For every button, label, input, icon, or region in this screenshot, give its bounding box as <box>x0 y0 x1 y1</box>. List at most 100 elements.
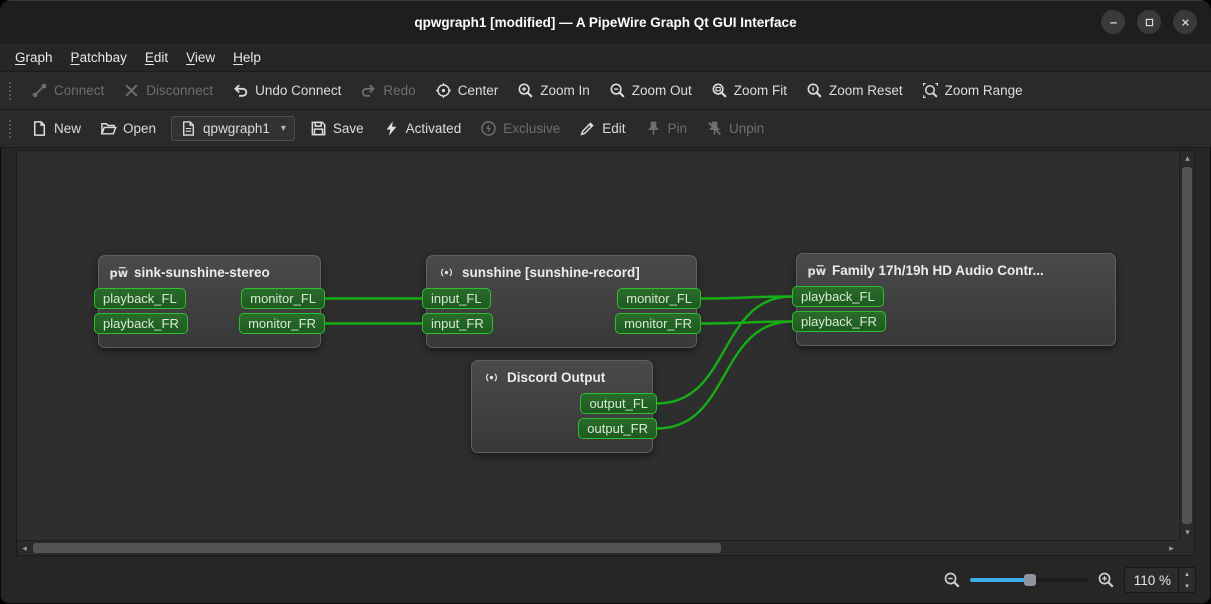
maximize-button[interactable] <box>1137 10 1161 34</box>
toolbar-qpwgraph1-combo[interactable]: qpwgraph1▾ <box>171 116 295 141</box>
open-icon <box>100 120 117 137</box>
toolbar-center-button[interactable]: Center <box>426 77 508 104</box>
scroll-up-icon[interactable]: ▴ <box>1180 151 1195 166</box>
spin-up-button[interactable]: ▴ <box>1179 568 1195 580</box>
speaker-icon <box>437 265 456 280</box>
port-playback_FR[interactable]: playback_FR <box>94 313 188 334</box>
node-header: pw sink-sunshine-stereo <box>102 256 317 288</box>
titlebar[interactable]: qpwgraph1 [modified] — A PipeWire Graph … <box>0 0 1211 44</box>
toolbar-drag-handle[interactable] <box>8 119 13 139</box>
port-output_FR[interactable]: output_FR <box>578 418 657 439</box>
port-row: input_FRmonitor_FR <box>430 313 693 334</box>
scrollbar-corner <box>1179 540 1194 555</box>
pin-icon <box>645 120 662 137</box>
toolbar-button-label: Zoom Fit <box>734 83 787 98</box>
port-playback_FL[interactable]: playback_FL <box>94 288 186 309</box>
port-output_FL[interactable]: output_FL <box>580 393 657 414</box>
minimize-button[interactable] <box>1101 10 1125 34</box>
node-sink[interactable]: pw sink-sunshine-stereo playback_FLmonitor… <box>98 255 321 348</box>
toolbar-unpin-button[interactable]: Unpin <box>697 115 773 142</box>
port-monitor_FL[interactable]: monitor_FL <box>617 288 701 309</box>
spin-down-button[interactable]: ▾ <box>1179 580 1195 592</box>
toolbar-button-label: Zoom Range <box>945 83 1023 98</box>
node-family[interactable]: pwFamily 17h/19h HD Audio Contr...playba… <box>796 253 1116 346</box>
zoom-out-icon[interactable] <box>943 571 961 589</box>
vertical-scrollbar[interactable]: ▴ ▾ <box>1179 151 1194 540</box>
port-playback_FR[interactable]: playback_FR <box>792 311 886 332</box>
toolbar-zoom-range-button[interactable]: Zoom Range <box>913 77 1032 104</box>
node-title: sink-sunshine-stereo <box>134 265 270 280</box>
node-title: Discord Output <box>507 370 605 385</box>
toolbar-pin-button[interactable]: Pin <box>636 115 697 142</box>
pipewire-icon: pw <box>109 265 128 280</box>
toolbar-zoom-reset-button[interactable]: Zoom Reset <box>797 77 912 104</box>
node-discord[interactable]: Discord Outputoutput_FLoutput_FR <box>471 360 653 453</box>
toolbar-save-button[interactable]: Save <box>301 115 373 142</box>
toolbar-zoom-out-button[interactable]: Zoom Out <box>600 77 701 104</box>
toolbar-zoom-fit-button[interactable]: Zoom Fit <box>702 77 796 104</box>
zoom-slider[interactable] <box>970 571 1088 589</box>
zoom-out-icon <box>609 82 626 99</box>
vertical-scrollbar-thumb[interactable] <box>1182 167 1192 524</box>
client-area: pwsink-sunshine-stereoplayback_FLmonitor… <box>0 148 1211 556</box>
redo-icon <box>360 82 377 99</box>
undo-icon <box>232 82 249 99</box>
zoom-in-icon <box>517 82 534 99</box>
menu-edit[interactable]: Edit <box>136 47 177 68</box>
toolbar-undo-connect-button[interactable]: Undo Connect <box>223 77 350 104</box>
horizontal-scrollbar[interactable]: ◂ ▸ <box>17 540 1179 555</box>
port-row: output_FR <box>475 418 649 439</box>
toolbar-exclusive-button[interactable]: Exclusive <box>471 115 569 142</box>
toolbar-zoom-in-button[interactable]: Zoom In <box>508 77 599 104</box>
toolbar-button-label: Activated <box>406 121 462 136</box>
toolbar-open-button[interactable]: Open <box>91 115 165 142</box>
menu-patchbay[interactable]: Patchbay <box>62 47 136 68</box>
app-window: qpwgraph1 [modified] — A PipeWire Graph … <box>0 0 1211 604</box>
zoom-in-icon[interactable] <box>1097 571 1115 589</box>
graph-canvas[interactable]: pwsink-sunshine-stereoplayback_FLmonitor… <box>16 150 1195 556</box>
toolbar-button-label: Unpin <box>729 121 764 136</box>
menu-help[interactable]: Help <box>224 47 270 68</box>
menu-graph[interactable]: Graph <box>6 47 62 68</box>
node-header: sunshine [sunshine-record] <box>430 256 693 288</box>
port-monitor_FL[interactable]: monitor_FL <box>241 288 325 309</box>
toolbar-connect-button[interactable]: Connect <box>22 77 113 104</box>
toolbar-redo-button[interactable]: Redo <box>351 77 424 104</box>
horizontal-scrollbar-thumb[interactable] <box>33 543 721 553</box>
port-monitor_FR[interactable]: monitor_FR <box>615 313 701 334</box>
connect-icon <box>31 82 48 99</box>
toolbar-edit-button[interactable]: Edit <box>570 115 634 142</box>
window-controls <box>1101 10 1197 34</box>
toolbar-button-label: Save <box>333 121 364 136</box>
scroll-down-icon[interactable]: ▾ <box>1180 525 1195 540</box>
graph-viewport[interactable]: pwsink-sunshine-stereoplayback_FLmonitor… <box>17 151 1179 540</box>
close-button[interactable] <box>1173 10 1197 34</box>
port-row: playback_FLmonitor_FL <box>102 288 317 309</box>
toolbar-button-label: Center <box>458 83 499 98</box>
node-title: Family 17h/19h HD Audio Contr... <box>832 263 1044 278</box>
zoom-reset-icon <box>806 82 823 99</box>
node-title: sunshine [sunshine-record] <box>462 265 640 280</box>
port-input_FR[interactable]: input_FR <box>422 313 493 334</box>
toolbar-new-button[interactable]: New <box>22 115 90 142</box>
port-monitor_FR[interactable]: monitor_FR <box>239 313 325 334</box>
toolbar-button-label: Zoom Out <box>632 83 692 98</box>
toolbar-drag-handle[interactable] <box>8 81 13 101</box>
zoom-slider-handle[interactable] <box>1024 574 1036 586</box>
scroll-left-icon[interactable]: ◂ <box>17 541 32 556</box>
zoom-spinbox[interactable]: 110 % ▴ ▾ <box>1124 567 1196 593</box>
toolbar-activated-button[interactable]: Activated <box>374 115 471 142</box>
toolbar-button-label: qpwgraph1 <box>203 121 270 136</box>
port-row: input_FLmonitor_FL <box>430 288 693 309</box>
node-header: Discord Output <box>475 361 649 393</box>
maximize-icon <box>1143 16 1156 29</box>
patchbay-file-icon <box>180 120 197 137</box>
toolbar-disconnect-button[interactable]: Disconnect <box>114 77 222 104</box>
menu-view[interactable]: View <box>177 47 224 68</box>
port-input_FL[interactable]: input_FL <box>422 288 491 309</box>
node-sunshine[interactable]: sunshine [sunshine-record] input_FLmonito… <box>426 255 697 348</box>
scroll-right-icon[interactable]: ▸ <box>1164 541 1179 556</box>
toolbar-button-label: New <box>54 121 81 136</box>
port-playback_FL[interactable]: playback_FL <box>792 286 884 307</box>
pipewire-icon: pw <box>807 263 826 278</box>
